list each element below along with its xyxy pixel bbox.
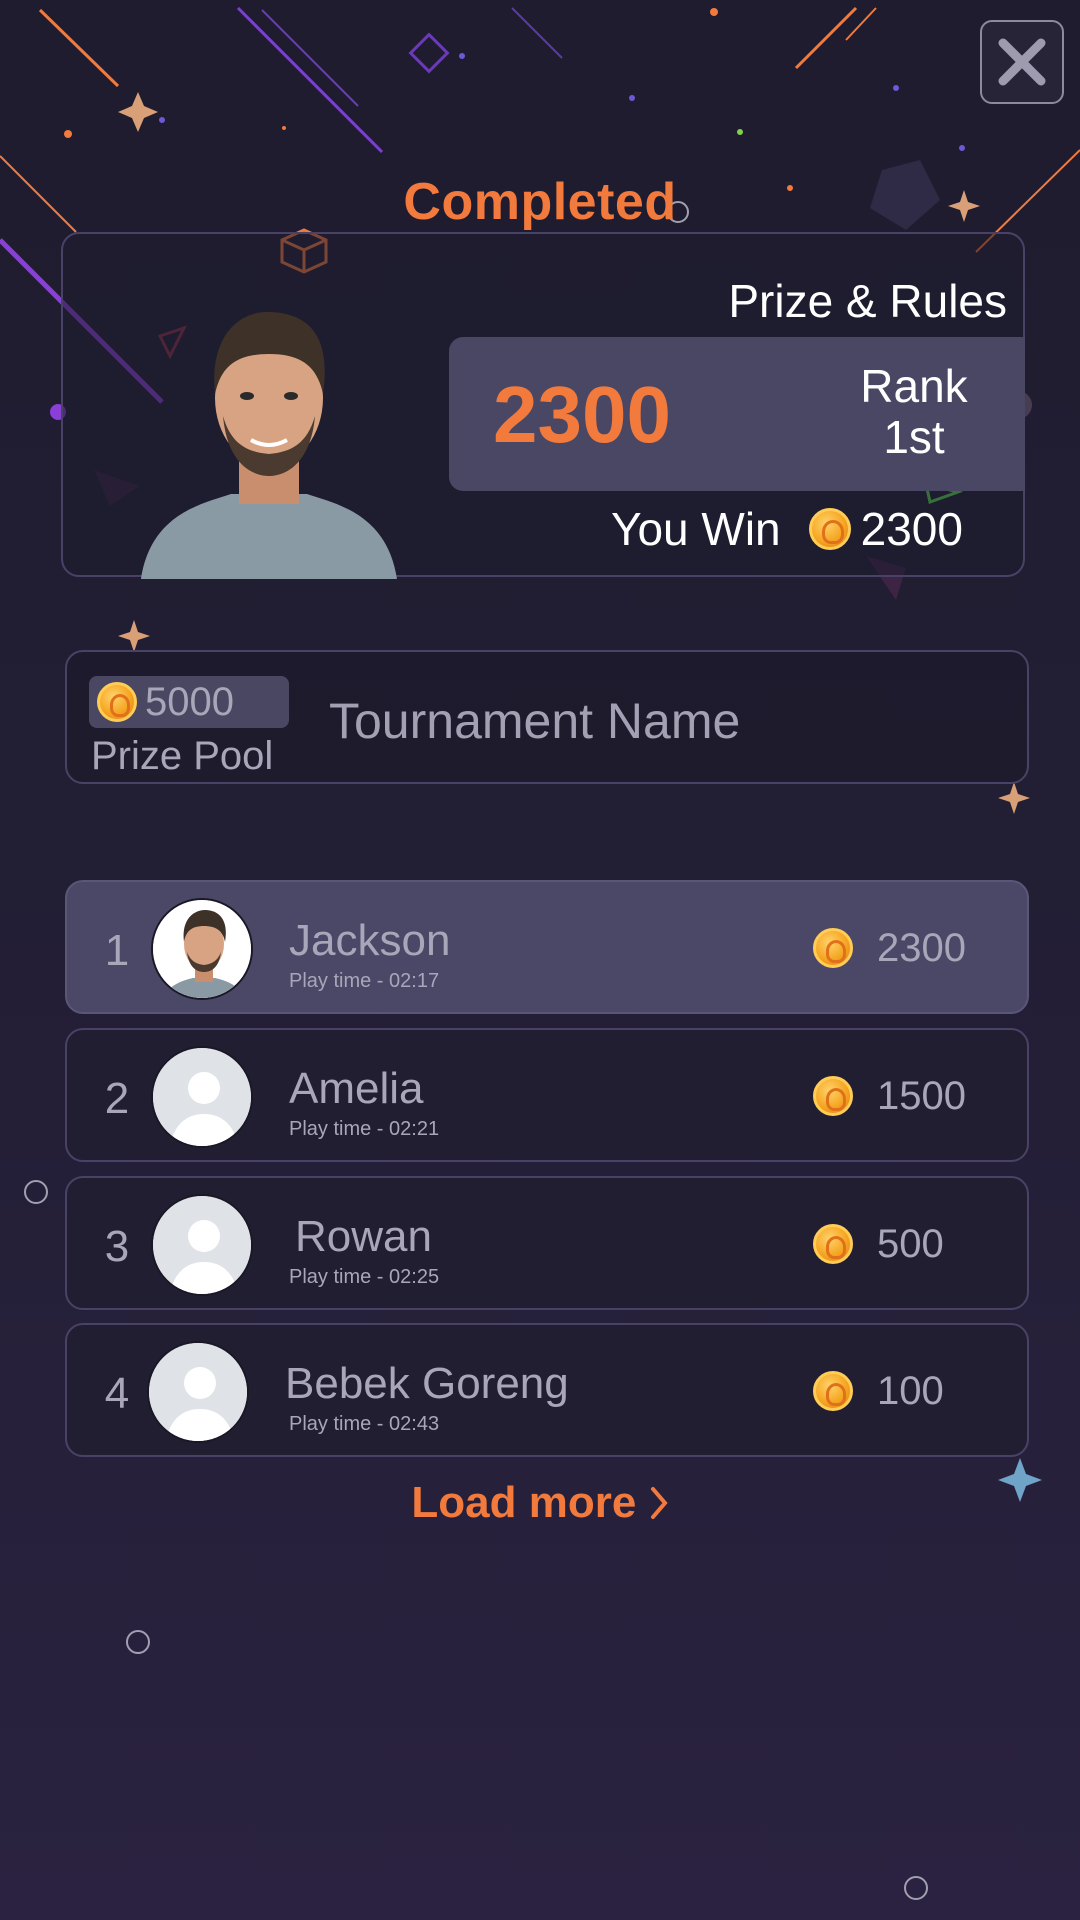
you-win-amount: 2300 — [860, 503, 963, 555]
avatar — [151, 898, 253, 1000]
result-card: Prize & Rules 2300 Rank 1st You Win 2300 — [61, 232, 1025, 579]
coin-icon — [97, 682, 137, 722]
avatar-placeholder — [147, 1341, 249, 1443]
coin-icon — [808, 508, 851, 550]
player-avatar — [141, 294, 397, 579]
avatar-placeholder — [151, 1046, 253, 1148]
row-rank: 2 — [104, 1074, 130, 1123]
leaderboard-row[interactable]: 2 Amelia Play time - 02:21 1500 — [65, 1028, 1029, 1162]
player-name: Rowan — [295, 1212, 432, 1261]
tournament-card: 5000 Prize Pool Tournament Name — [65, 650, 1029, 784]
rank-label: Rank — [860, 360, 968, 412]
rank-display: Rank 1st — [839, 361, 989, 462]
prize-rules-link[interactable]: Prize & Rules — [728, 274, 1007, 328]
load-more-button[interactable]: Load more — [0, 1478, 1080, 1528]
player-name: Bebek Goreng — [285, 1359, 569, 1408]
leaderboard-row[interactable]: 3 Rowan Play time - 02:25 500 — [65, 1176, 1029, 1310]
page-title: Completed — [403, 173, 677, 231]
close-button[interactable] — [980, 20, 1064, 104]
avatar-placeholder — [151, 1194, 253, 1296]
row-amount: 1500 — [877, 1074, 966, 1118]
tournament-name: Tournament Name — [329, 693, 741, 749]
prize-pool-chip: 5000 — [89, 676, 289, 728]
row-rank: 4 — [104, 1369, 130, 1418]
row-rank: 3 — [104, 1222, 130, 1271]
prize-pool-amount: 5000 — [145, 679, 234, 724]
player-name: Amelia — [289, 1064, 424, 1113]
row-amount: 500 — [877, 1222, 944, 1266]
winnings: You Win 2300 — [611, 502, 963, 556]
play-time: Play time - 02:17 — [289, 970, 440, 992]
coin-icon — [813, 1371, 853, 1411]
play-time: Play time - 02:21 — [289, 1118, 440, 1140]
row-amount: 2300 — [877, 926, 966, 970]
chevron-right-icon — [650, 1487, 668, 1519]
coin-icon — [813, 1224, 853, 1264]
score-panel: 2300 Rank 1st — [449, 337, 1025, 491]
play-time: Play time - 02:43 — [289, 1413, 440, 1435]
player-name: Jackson — [289, 916, 451, 965]
row-amount: 100 — [877, 1369, 944, 1413]
load-more-label: Load more — [411, 1478, 637, 1527]
leaderboard-row[interactable]: 1 Jackson Play time - 02:17 2300 — [65, 880, 1029, 1014]
prize-pool-label: Prize Pool — [91, 734, 274, 778]
coin-icon — [813, 1076, 853, 1116]
you-win-label: You Win — [611, 503, 781, 555]
play-time: Play time - 02:25 — [289, 1266, 440, 1288]
score-value: 2300 — [493, 370, 671, 459]
coin-icon — [813, 928, 853, 968]
leaderboard-row[interactable]: 4 Bebek Goreng Play time - 02:43 100 — [65, 1323, 1029, 1457]
close-icon — [998, 38, 1046, 86]
row-rank: 1 — [104, 926, 130, 975]
rank-value: 1st — [883, 410, 945, 463]
